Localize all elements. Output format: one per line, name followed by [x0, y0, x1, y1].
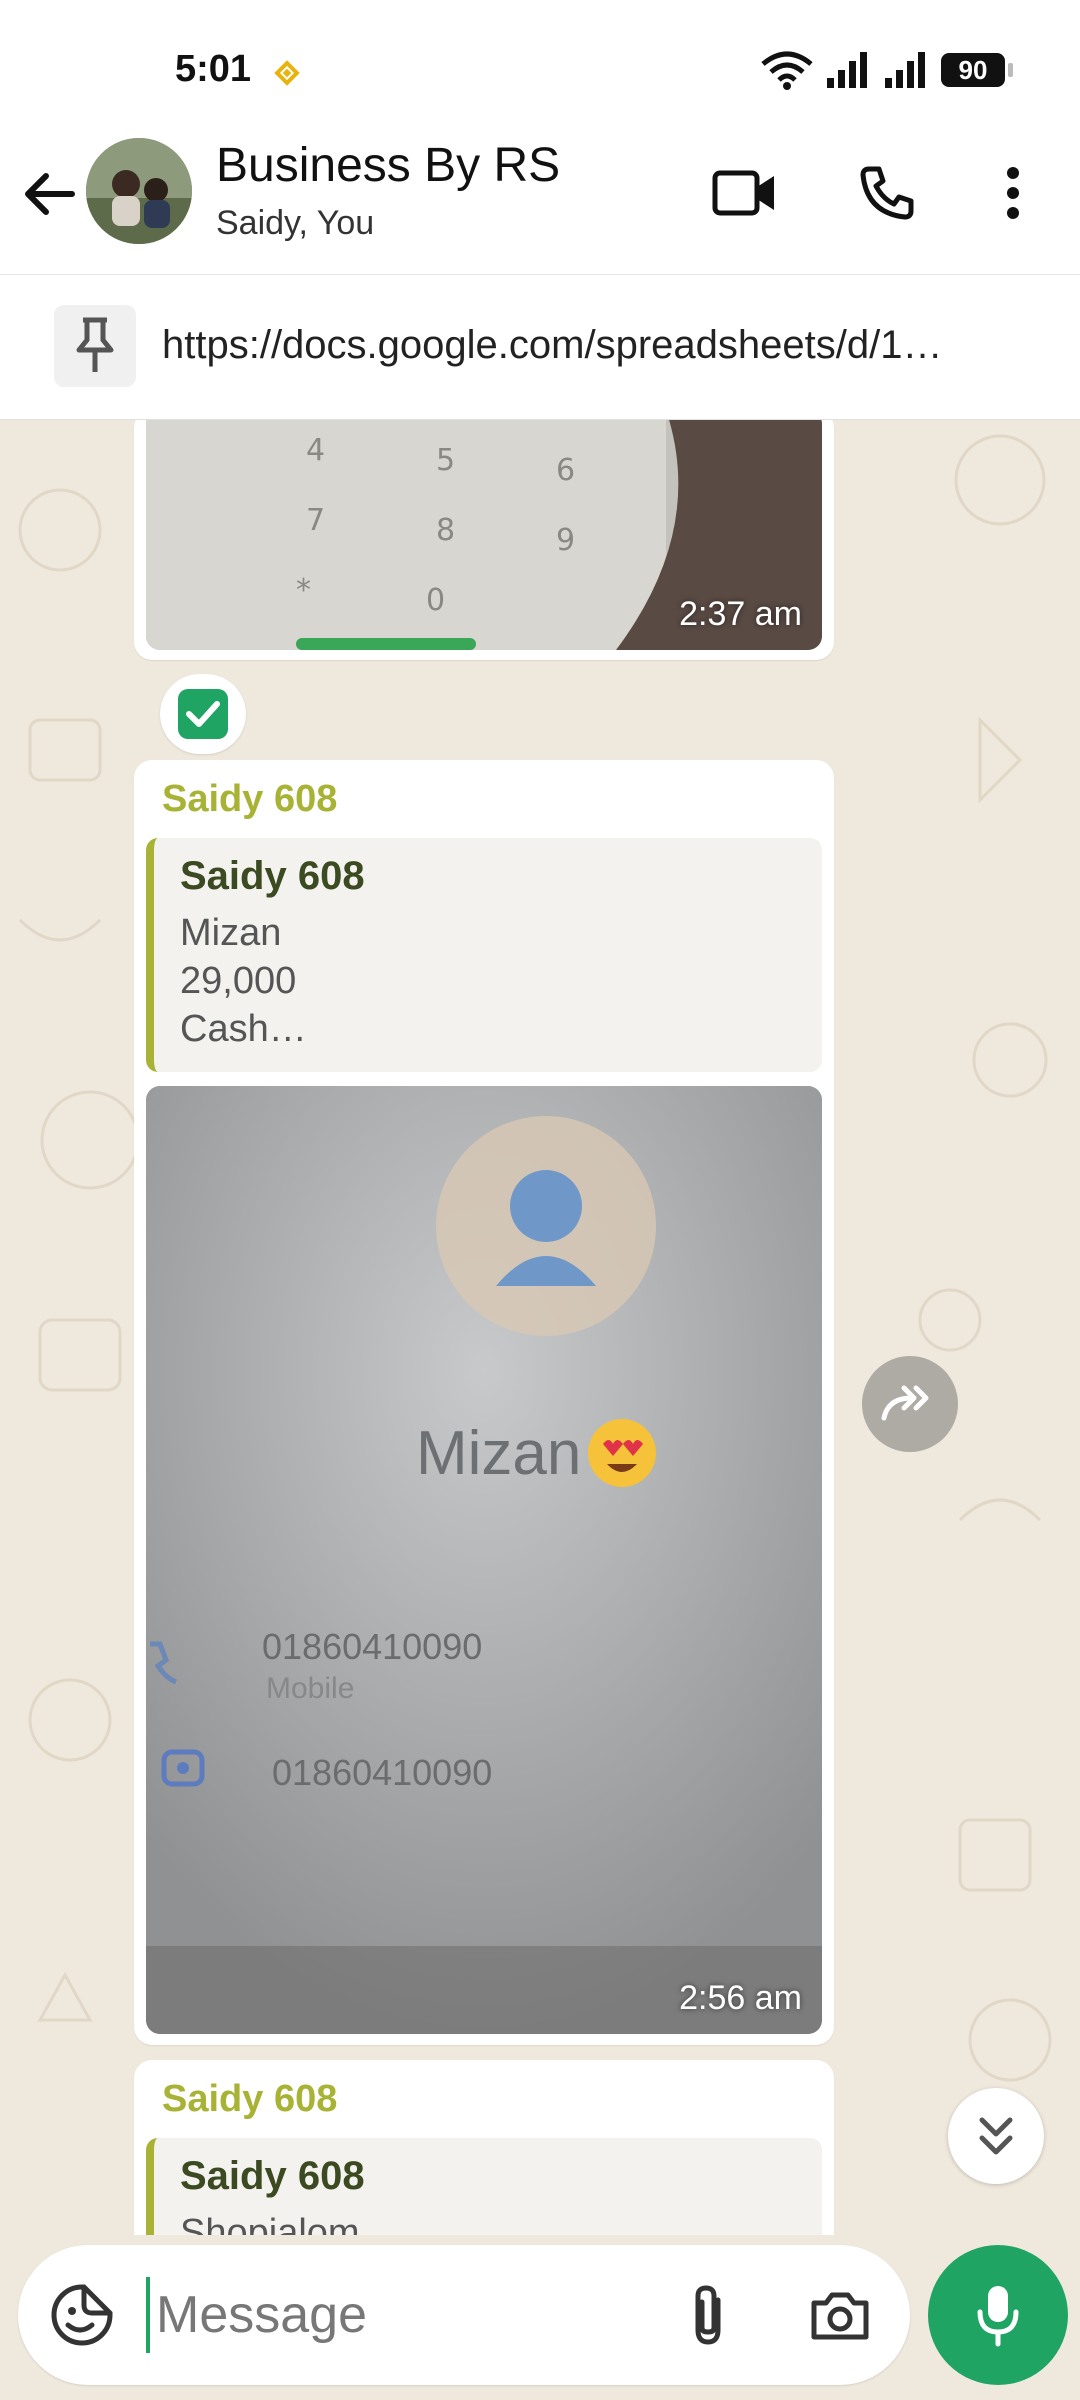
forward-button[interactable]	[862, 1356, 958, 1452]
image-message[interactable]: 4 5 6 7 8 9 * 0 2:37 am	[134, 420, 834, 660]
scroll-to-bottom-button[interactable]	[948, 2088, 1044, 2184]
message-sender[interactable]: Saidy 608	[162, 2078, 337, 2121]
signal-icon-2	[885, 52, 925, 88]
contact-name: Mizan	[416, 1418, 582, 1488]
chat-title[interactable]: Business By RS	[216, 138, 560, 193]
message-field[interactable]	[18, 2245, 910, 2385]
camera-button[interactable]	[800, 2275, 880, 2355]
signal-icon	[827, 52, 867, 88]
video-call-icon	[712, 170, 774, 216]
heart-eyes-emoji-icon	[588, 1419, 657, 1487]
mic-icon	[977, 2286, 1019, 2347]
chat-header: Business By RS Saidy, You	[0, 132, 1080, 274]
phone-icon	[860, 166, 914, 220]
reaction-chip[interactable]	[160, 674, 246, 754]
quoted-line: Shopialom	[180, 2212, 360, 2235]
voice-record-button[interactable]	[928, 2245, 1068, 2385]
message-time: 2:37 am	[679, 595, 802, 633]
chat-members[interactable]: Saidy, You	[216, 204, 374, 243]
back-arrow-icon[interactable]	[18, 162, 82, 226]
message-image[interactable]: Mizan 01860410090 Mobile 01860410090 2:5…	[146, 1086, 822, 2034]
contact-photo	[146, 1086, 822, 2034]
message-input[interactable]	[146, 2277, 646, 2353]
wifi-icon	[761, 51, 813, 90]
svg-text:*: *	[296, 573, 311, 608]
quoted-message[interactable]: Saidy 608 Mizan 29,000 Cash…	[146, 838, 822, 1072]
svg-text:6: 6	[556, 453, 575, 488]
camera-icon	[811, 2292, 869, 2340]
svg-text:0: 0	[426, 583, 445, 618]
message-time: 2:56 am	[679, 1979, 802, 2017]
pin-icon-box	[54, 305, 136, 387]
forward-icon	[881, 1385, 929, 1421]
quoted-sender: Saidy 608	[180, 2154, 365, 2198]
quoted-line: Cash…	[180, 1008, 307, 1050]
check-icon	[178, 689, 228, 739]
svg-text:7: 7	[306, 503, 325, 538]
contact-number: 01860410090	[272, 1752, 493, 1793]
phone-icon	[150, 1641, 178, 1685]
pinned-message-bar[interactable]: https://docs.google.com/spreadsheets/d/1…	[0, 274, 1080, 420]
svg-text:4: 4	[306, 433, 325, 468]
pin-icon	[76, 317, 114, 372]
group-avatar[interactable]	[86, 138, 192, 244]
pinned-link-text[interactable]: https://docs.google.com/spreadsheets/d/1…	[162, 323, 1042, 368]
quoted-line: 29,000	[180, 960, 297, 1002]
scroll-down-icon	[979, 2117, 1013, 2155]
attach-button[interactable]	[668, 2275, 748, 2355]
composer-bar	[0, 2235, 1080, 2400]
svg-text:9: 9	[556, 523, 575, 558]
message-sender[interactable]: Saidy 608	[162, 778, 337, 821]
sticker-icon	[51, 2284, 113, 2346]
quoted-sender: Saidy 608	[180, 854, 365, 898]
reply-message[interactable]: Saidy 608 Saidy 608 Shopialom	[134, 2060, 834, 2235]
binance-icon	[274, 60, 300, 86]
status-time: 5:01	[175, 48, 252, 90]
message-icon	[161, 1749, 205, 1787]
chat-area[interactable]: 4 5 6 7 8 9 * 0 2:37 am Saidy 608 Saidy 608 M…	[0, 420, 1080, 2235]
contact-number-label: Mobile	[266, 1672, 355, 1705]
video-call-button[interactable]	[710, 158, 780, 228]
contact-number: 01860410090	[262, 1626, 483, 1667]
more-options-button[interactable]	[978, 158, 1048, 228]
quoted-line: Mizan	[180, 912, 282, 954]
battery-indicator: 90	[941, 53, 1013, 87]
attach-icon	[695, 2285, 721, 2345]
status-icons: 90	[761, 50, 1013, 90]
reply-image-message[interactable]: Saidy 608 Saidy 608 Mizan 29,000 Cash… M…	[134, 760, 834, 2045]
message-image[interactable]: 4 5 6 7 8 9 * 0 2:37 am	[146, 420, 822, 650]
status-bar: 5:01 90	[0, 0, 1080, 132]
more-vert-icon	[1007, 167, 1019, 219]
svg-text:5: 5	[436, 443, 455, 478]
svg-text:8: 8	[436, 513, 455, 548]
voice-call-button[interactable]	[852, 158, 922, 228]
quoted-message[interactable]: Saidy 608 Shopialom	[146, 2138, 822, 2235]
sticker-button[interactable]	[42, 2275, 122, 2355]
